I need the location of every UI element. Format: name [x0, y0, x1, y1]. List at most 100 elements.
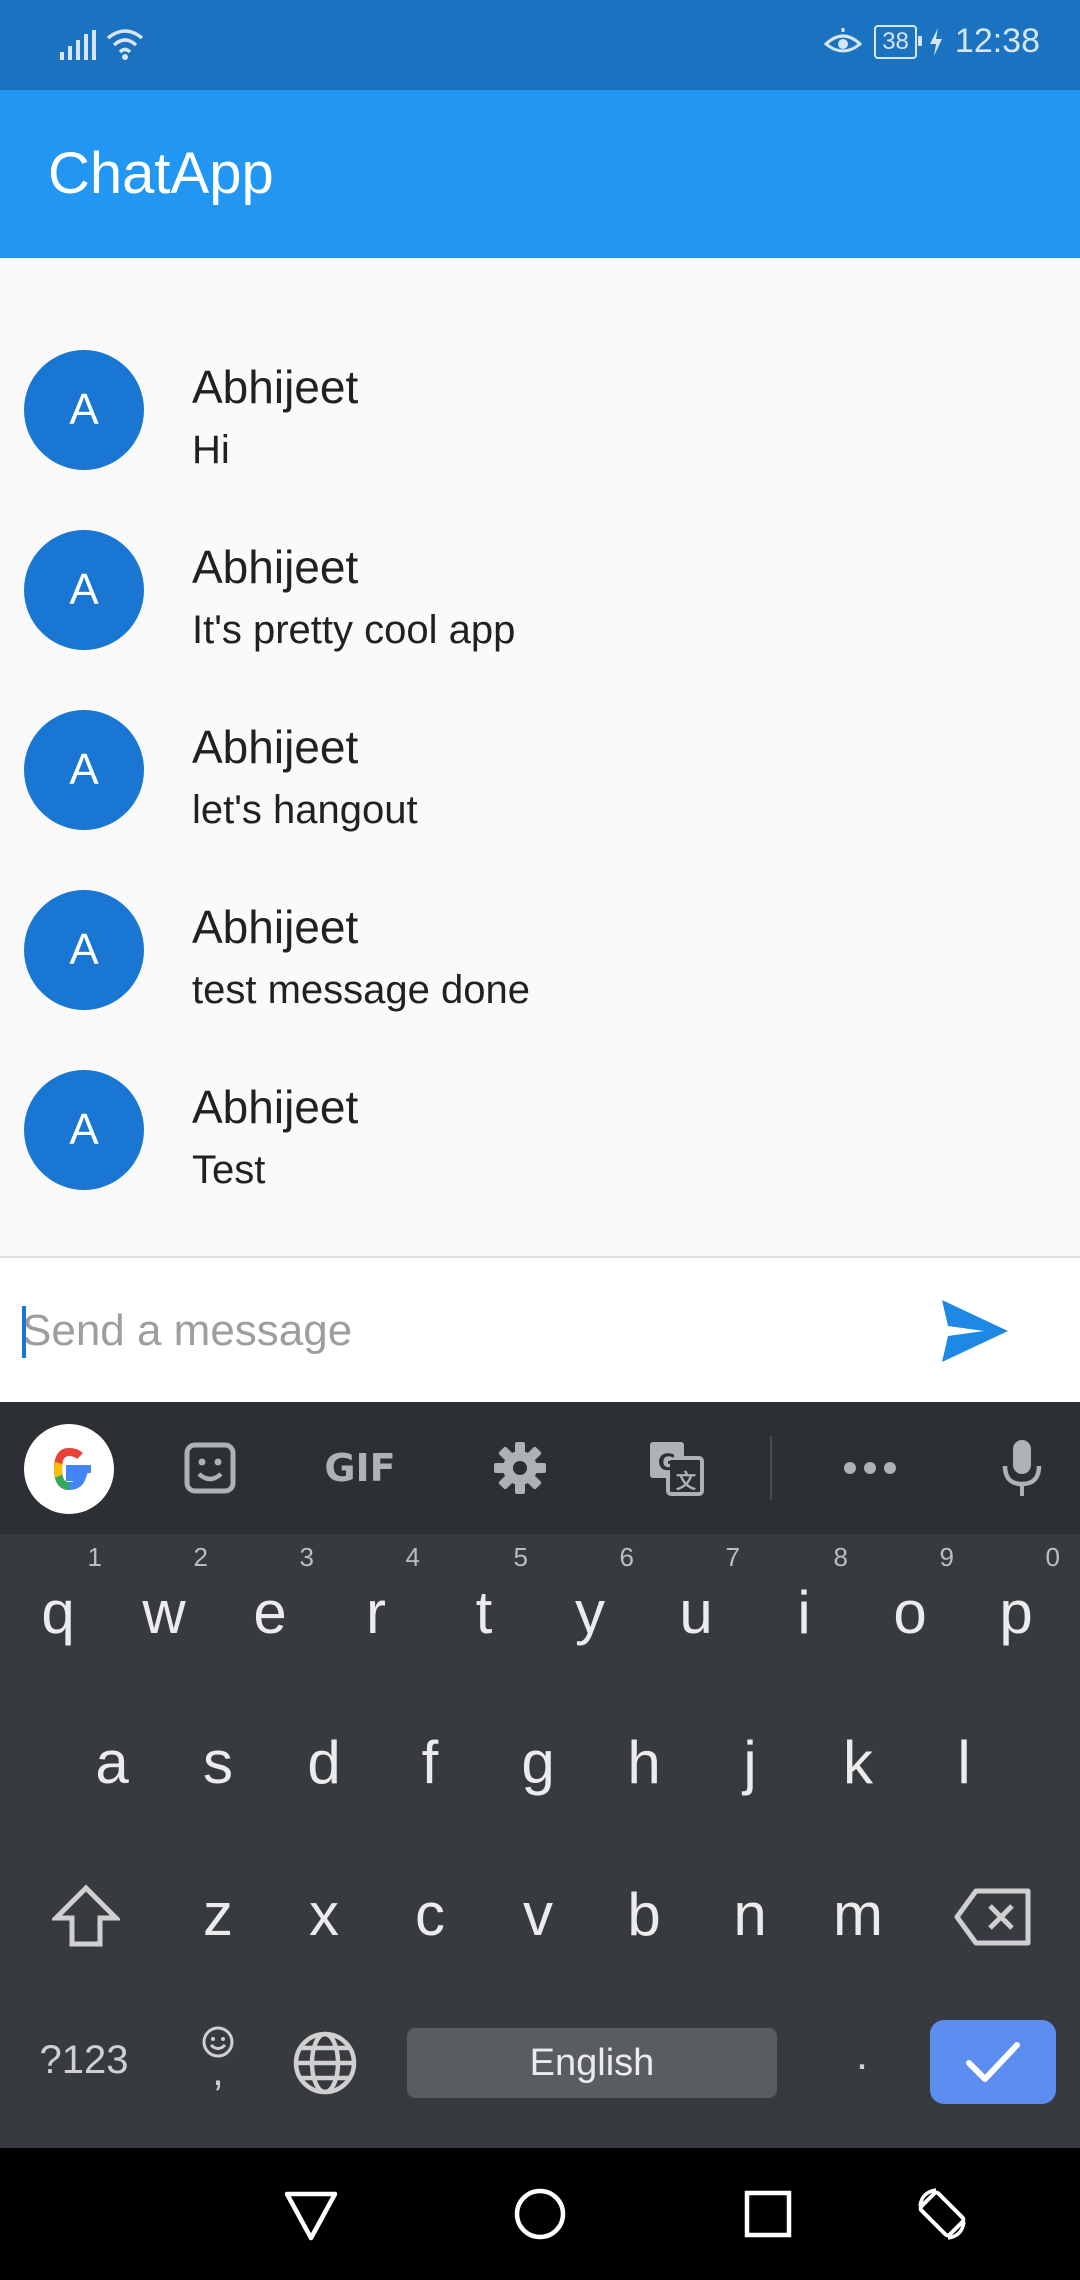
- key-c[interactable]: c: [380, 1880, 480, 1949]
- key-u[interactable]: u7: [646, 1542, 746, 1647]
- avatar: A: [24, 710, 144, 830]
- avatar: A: [24, 350, 144, 470]
- key-i[interactable]: i8: [754, 1542, 854, 1647]
- translate-icon[interactable]: G 文: [638, 1430, 714, 1506]
- shift-icon[interactable]: [52, 1884, 120, 1948]
- key-hint: 6: [619, 1542, 634, 1572]
- key-label: r: [366, 1579, 386, 1646]
- message-text: It's pretty cool app: [192, 608, 516, 652]
- globe-icon[interactable]: [292, 2030, 358, 2096]
- app-bar: ChatApp: [0, 90, 1080, 258]
- message-list[interactable]: A Abhijeet Hi A Abhijeet It's pretty coo…: [0, 258, 1080, 1256]
- app-title: ChatApp: [48, 141, 274, 206]
- svg-text:G: G: [658, 1451, 676, 1476]
- gif-icon[interactable]: GIF: [322, 1430, 398, 1506]
- recents-icon[interactable]: [738, 2184, 798, 2244]
- key-v[interactable]: v: [488, 1880, 588, 1949]
- message-item[interactable]: A Abhijeet let's hangout: [0, 680, 1080, 860]
- message-text: test message done: [192, 968, 530, 1012]
- key-hint: 2: [193, 1542, 208, 1572]
- key-hint: 9: [939, 1542, 954, 1572]
- wifi-icon: [106, 29, 144, 60]
- send-icon[interactable]: [940, 1298, 1010, 1364]
- svg-text:文: 文: [676, 1469, 697, 1493]
- battery-indicator: 38: [874, 24, 922, 59]
- text-cursor: [22, 1306, 26, 1358]
- period-key[interactable]: .: [842, 2030, 882, 2080]
- keyboard-toolbar: GIF G 文: [0, 1402, 1080, 1534]
- message-item[interactable]: A Abhijeet It's pretty cool app: [0, 500, 1080, 680]
- message-item[interactable]: A Abhijeet test message done: [0, 860, 1080, 1040]
- signal-icon: [60, 30, 96, 60]
- message-input[interactable]: [22, 1288, 882, 1374]
- enter-key[interactable]: [930, 2020, 1056, 2104]
- symbols-key[interactable]: ?123: [24, 2038, 144, 2083]
- message-sender: Abhijeet: [192, 361, 359, 413]
- key-o[interactable]: o9: [860, 1542, 960, 1647]
- rotate-icon[interactable]: [912, 2184, 972, 2244]
- message-item[interactable]: A Abhijeet Test: [0, 1040, 1080, 1220]
- key-hint: 7: [725, 1542, 740, 1572]
- key-label: t: [475, 1579, 493, 1646]
- more-icon[interactable]: [832, 1430, 908, 1506]
- message-sender: Abhijeet: [192, 541, 359, 593]
- sticker-icon[interactable]: [172, 1430, 248, 1506]
- key-p[interactable]: p0: [966, 1542, 1066, 1647]
- message-text: Test: [192, 1148, 266, 1192]
- eye-icon: [824, 27, 863, 52]
- key-k[interactable]: k: [808, 1728, 908, 1797]
- key-n[interactable]: n: [700, 1880, 800, 1949]
- key-y[interactable]: y6: [540, 1542, 640, 1647]
- avatar: A: [24, 1070, 144, 1190]
- key-label: e: [253, 1579, 287, 1646]
- message-composer: [0, 1256, 1080, 1402]
- message-sender: Abhijeet: [192, 1081, 359, 1133]
- comma-label: ,: [212, 2047, 224, 2094]
- key-label: q: [41, 1579, 75, 1646]
- backspace-icon[interactable]: [954, 1888, 1032, 1946]
- google-icon[interactable]: [24, 1424, 114, 1514]
- key-hint: 4: [405, 1542, 420, 1572]
- key-g[interactable]: g: [488, 1728, 588, 1797]
- key-x[interactable]: x: [274, 1880, 374, 1949]
- avatar: A: [24, 890, 144, 1010]
- message-sender: Abhijeet: [192, 721, 359, 773]
- key-f[interactable]: f: [380, 1728, 480, 1797]
- key-label: y: [575, 1579, 605, 1646]
- status-time: 12:38: [954, 22, 1040, 60]
- key-z[interactable]: z: [168, 1880, 268, 1949]
- key-s[interactable]: s: [168, 1728, 268, 1797]
- charging-icon: [929, 27, 942, 56]
- key-l[interactable]: l: [914, 1728, 1014, 1797]
- key-hint: 1: [87, 1542, 102, 1572]
- key-t[interactable]: t5: [434, 1542, 534, 1647]
- key-a[interactable]: a: [62, 1728, 162, 1797]
- home-icon[interactable]: [510, 2184, 570, 2244]
- key-hint: 8: [833, 1542, 848, 1572]
- key-hint: 3: [299, 1542, 314, 1572]
- message-sender: Abhijeet: [192, 901, 359, 953]
- mic-icon[interactable]: [984, 1430, 1060, 1506]
- key-q[interactable]: q1: [8, 1542, 108, 1647]
- key-h[interactable]: h: [594, 1728, 694, 1797]
- key-label: o: [893, 1579, 927, 1646]
- key-r[interactable]: r4: [326, 1542, 426, 1647]
- key-e[interactable]: e3: [220, 1542, 320, 1647]
- key-label: w: [142, 1579, 186, 1646]
- settings-icon[interactable]: [482, 1430, 558, 1506]
- key-b[interactable]: b: [594, 1880, 694, 1949]
- emoji-comma-key[interactable]: ,: [196, 2024, 240, 2094]
- message-text: Hi: [192, 428, 230, 472]
- message-item[interactable]: A Abhijeet Hi: [0, 320, 1080, 500]
- space-key[interactable]: English: [407, 2028, 777, 2098]
- key-w[interactable]: w2: [114, 1542, 214, 1647]
- avatar: A: [24, 530, 144, 650]
- key-label: p: [999, 1579, 1033, 1646]
- navigation-bar: [0, 2148, 1080, 2280]
- key-m[interactable]: m: [808, 1880, 908, 1949]
- check-icon: [966, 2042, 1020, 2082]
- back-icon[interactable]: [281, 2184, 341, 2244]
- key-j[interactable]: j: [700, 1728, 800, 1797]
- key-hint: 0: [1045, 1542, 1060, 1572]
- key-d[interactable]: d: [274, 1728, 374, 1797]
